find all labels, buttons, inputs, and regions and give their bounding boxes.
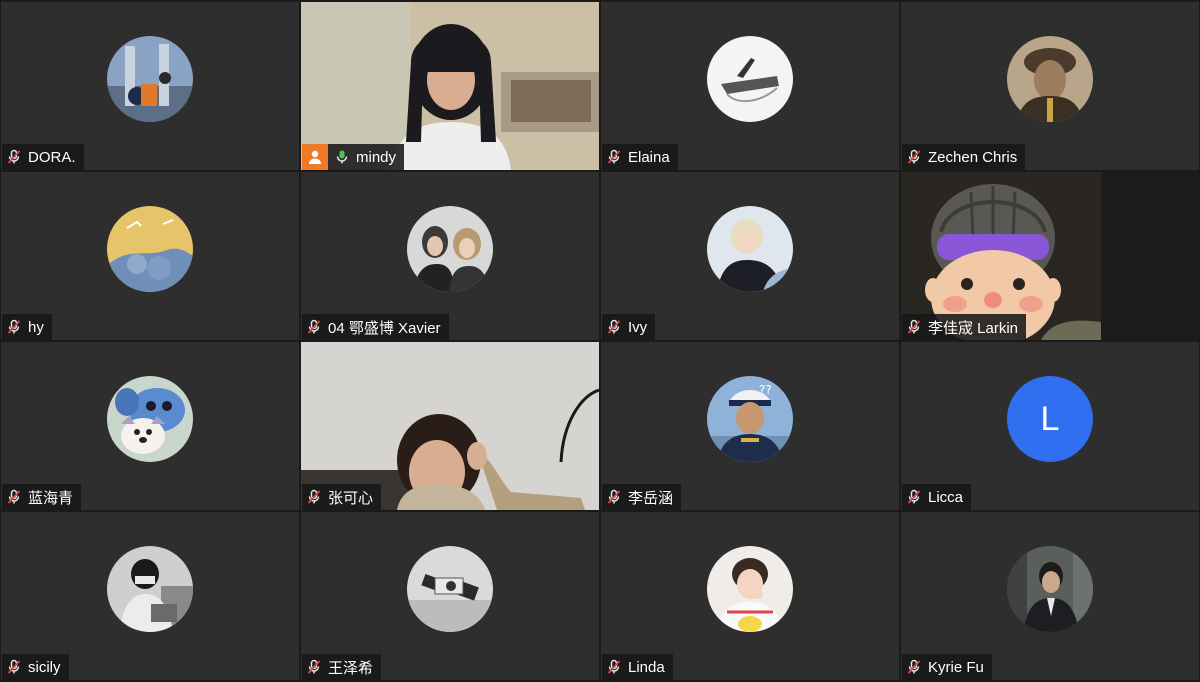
profile-avatar (707, 546, 793, 632)
unmuted-mic-icon (336, 150, 348, 164)
profile-avatar (107, 36, 193, 122)
participant-tile[interactable]: Zechen Chris (901, 2, 1199, 170)
participant-name: sicily (28, 658, 61, 676)
profile-avatar: ?? (707, 376, 793, 462)
participant-nametag: 蓝海青 (2, 484, 82, 510)
participant-name: Elaina (628, 148, 670, 166)
participant-tile-active-speaker[interactable]: mindy (301, 2, 599, 170)
participant-name: Kyrie Fu (928, 658, 984, 676)
initial-avatar: L (1007, 376, 1093, 462)
profile-avatar (107, 376, 193, 462)
svg-text:??: ?? (759, 383, 772, 397)
participant-tile[interactable]: Elaina (601, 2, 899, 170)
participant-tile[interactable]: DORA. (1, 2, 299, 170)
participant-nametag: Elaina (602, 144, 678, 170)
participant-nametag: Licca (902, 484, 972, 510)
muted-mic-icon (307, 319, 321, 334)
avatar-initial: L (1040, 399, 1060, 438)
participant-nametag: DORA. (2, 144, 84, 170)
participant-tile[interactable]: sicily (1, 512, 299, 680)
participant-name: Licca (928, 488, 964, 506)
muted-mic-icon (7, 489, 21, 504)
participant-name: 李岳涵 (628, 489, 674, 507)
participant-tile[interactable]: 04 鄂盛博 Xavier (301, 172, 599, 340)
participant-nametag: mindy (302, 144, 405, 170)
participant-nametag: Zechen Chris (902, 144, 1026, 170)
participant-name: 李佳宬 Larkin (928, 319, 1019, 337)
profile-avatar (107, 546, 193, 632)
participant-name: 王泽希 (328, 659, 374, 677)
participant-name: hy (28, 318, 44, 336)
participant-nametag: Kyrie Fu (902, 654, 992, 680)
muted-mic-icon (607, 659, 621, 674)
participant-nametag: hy (2, 314, 52, 340)
muted-mic-icon (7, 659, 21, 674)
participant-nametag: 李岳涵 (602, 484, 682, 510)
muted-mic-icon (7, 149, 21, 164)
participant-nametag: 李佳宬 Larkin (902, 314, 1027, 340)
muted-mic-icon (607, 489, 621, 504)
participant-name: DORA. (28, 148, 76, 166)
participant-tile[interactable]: ?? 李岳涵 (601, 342, 899, 510)
profile-avatar (407, 546, 493, 632)
profile-avatar (1007, 546, 1093, 632)
participant-tile[interactable]: 李佳宬 Larkin (901, 172, 1199, 340)
participant-tile[interactable]: 蓝海青 (1, 342, 299, 510)
participant-tile[interactable]: 王泽希 (301, 512, 599, 680)
participant-tile[interactable]: L Licca (901, 342, 1199, 510)
participant-name: 张可心 (328, 489, 374, 507)
muted-mic-icon (307, 489, 321, 504)
participant-gallery: DORA. mindy Elaina Zechen Chris hy 04 鄂盛… (0, 0, 1200, 682)
participant-nametag: 04 鄂盛博 Xavier (302, 314, 449, 340)
participant-tile[interactable]: Kyrie Fu (901, 512, 1199, 680)
profile-avatar (1007, 36, 1093, 122)
participant-name: 蓝海青 (28, 489, 74, 507)
participant-tile[interactable]: Ivy (601, 172, 899, 340)
participant-name: mindy (356, 148, 397, 166)
profile-avatar (407, 206, 493, 292)
participant-name: Linda (628, 658, 665, 676)
muted-mic-icon (7, 319, 21, 334)
muted-mic-icon (907, 319, 921, 334)
participant-name: 04 鄂盛博 Xavier (328, 319, 441, 337)
host-badge-icon (302, 144, 328, 170)
muted-mic-icon (307, 659, 321, 674)
muted-mic-icon (607, 319, 621, 334)
profile-avatar (707, 36, 793, 122)
muted-mic-icon (907, 659, 921, 674)
participant-nametag: 张可心 (302, 484, 382, 510)
participant-nametag: Ivy (602, 314, 656, 340)
participant-tile[interactable]: hy (1, 172, 299, 340)
participant-nametag: sicily (2, 654, 69, 680)
profile-avatar (107, 206, 193, 292)
profile-avatar (707, 206, 793, 292)
participant-name: Zechen Chris (928, 148, 1018, 166)
muted-mic-icon (907, 489, 921, 504)
participant-nametag: 王泽希 (302, 654, 382, 680)
participant-nametag: Linda (602, 654, 673, 680)
muted-mic-icon (607, 149, 621, 164)
participant-tile[interactable]: Linda (601, 512, 899, 680)
participant-tile[interactable]: 张可心 (301, 342, 599, 510)
muted-mic-icon (907, 149, 921, 164)
participant-name: Ivy (628, 318, 648, 336)
